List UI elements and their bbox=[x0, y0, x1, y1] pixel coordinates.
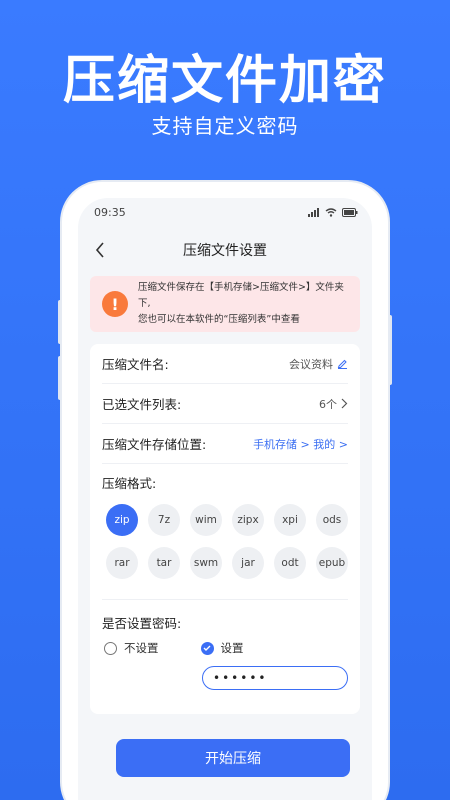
format-option-zipx[interactable]: zipx bbox=[232, 504, 264, 536]
storage-location-label: 压缩文件存储位置: bbox=[102, 437, 207, 452]
promo-subtitle: 支持自定义密码 bbox=[151, 114, 299, 138]
status-icons bbox=[308, 207, 358, 217]
status-bar: 09:35 bbox=[78, 198, 372, 226]
password-off-label: 不设置 bbox=[124, 641, 159, 655]
format-options: zip 7z wim zipx xpi ods rar tar swm jar … bbox=[102, 500, 348, 595]
notice-line-1: 压缩文件保存在【手机存储>压缩文件>】文件夹下, bbox=[138, 282, 344, 309]
notice-line-2: 您也可以在本软件的“压缩列表”中查看 bbox=[138, 314, 300, 325]
format-option-wim[interactable]: wim bbox=[190, 504, 222, 536]
storage-location-row[interactable]: 压缩文件存储位置: 手机存储 > 我的 > bbox=[102, 424, 348, 464]
format-option-jar[interactable]: jar bbox=[232, 547, 264, 579]
divider bbox=[102, 599, 348, 600]
password-options: 不设置 设置 bbox=[102, 640, 348, 656]
back-button[interactable] bbox=[90, 240, 110, 260]
format-option-rar[interactable]: rar bbox=[106, 547, 138, 579]
nav-bar: 压缩文件设置 bbox=[78, 232, 372, 268]
password-on-option[interactable]: 设置 bbox=[200, 640, 244, 656]
chevron-left-icon bbox=[95, 242, 104, 258]
selected-files-value-group[interactable]: 6个 bbox=[319, 396, 348, 412]
format-label: 压缩格式: bbox=[102, 475, 157, 491]
format-option-swm[interactable]: swm bbox=[190, 547, 222, 579]
app-screen: 09:35 压缩文件设置 ! 压缩文件保存在【手机存储>压缩文件>】文件夹下, … bbox=[78, 198, 372, 800]
password-input[interactable] bbox=[202, 666, 348, 690]
selected-files-row[interactable]: 已选文件列表: 6个 bbox=[102, 384, 348, 424]
format-option-zip[interactable]: zip bbox=[106, 504, 138, 536]
format-option-ods[interactable]: ods bbox=[316, 504, 348, 536]
selected-files-value: 6个 bbox=[319, 397, 337, 411]
format-option-7z[interactable]: 7z bbox=[148, 504, 180, 536]
selected-files-label: 已选文件列表: bbox=[102, 397, 182, 412]
password-on-label: 设置 bbox=[220, 641, 244, 655]
format-option-xpi[interactable]: xpi bbox=[274, 504, 306, 536]
status-time: 09:35 bbox=[94, 205, 126, 219]
notice-banner: ! 压缩文件保存在【手机存储>压缩文件>】文件夹下, 您也可以在本软件的“压缩列… bbox=[90, 276, 360, 332]
radio-checked-icon[interactable] bbox=[200, 641, 214, 655]
format-option-epub[interactable]: epub bbox=[316, 547, 348, 579]
file-name-value: 会议资料 bbox=[289, 357, 333, 371]
format-option-odt[interactable]: odt bbox=[274, 547, 306, 579]
battery-icon bbox=[342, 207, 358, 217]
promo-title: 压缩文件加密 bbox=[62, 51, 387, 111]
file-name-label: 压缩文件名: bbox=[102, 357, 169, 372]
notice-text: 压缩文件保存在【手机存储>压缩文件>】文件夹下, 您也可以在本软件的“压缩列表”… bbox=[138, 280, 352, 328]
phone-frame: 09:35 压缩文件设置 ! 压缩文件保存在【手机存储>压缩文件>】文件夹下, … bbox=[62, 182, 388, 800]
wifi-icon bbox=[325, 207, 337, 217]
signal-icon bbox=[308, 207, 319, 217]
exclamation-icon: ! bbox=[102, 291, 128, 317]
settings-card: 压缩文件名: 会议资料 已选文件列表: 6个 压缩文件存储位置: 手机存储 > … bbox=[90, 344, 360, 714]
edit-icon[interactable] bbox=[337, 358, 348, 369]
storage-location-value[interactable]: 手机存储 > 我的 > bbox=[253, 436, 348, 452]
file-name-row[interactable]: 压缩文件名: 会议资料 bbox=[102, 344, 348, 384]
radio-unchecked-icon[interactable] bbox=[104, 641, 117, 655]
password-off-option[interactable]: 不设置 bbox=[104, 640, 159, 656]
start-compress-button[interactable]: 开始压缩 bbox=[116, 739, 350, 777]
chevron-right-icon bbox=[341, 398, 348, 409]
password-label: 是否设置密码: bbox=[102, 615, 182, 631]
page-title: 压缩文件设置 bbox=[183, 243, 267, 259]
file-name-value-group[interactable]: 会议资料 bbox=[289, 356, 348, 372]
format-option-tar[interactable]: tar bbox=[148, 547, 180, 579]
